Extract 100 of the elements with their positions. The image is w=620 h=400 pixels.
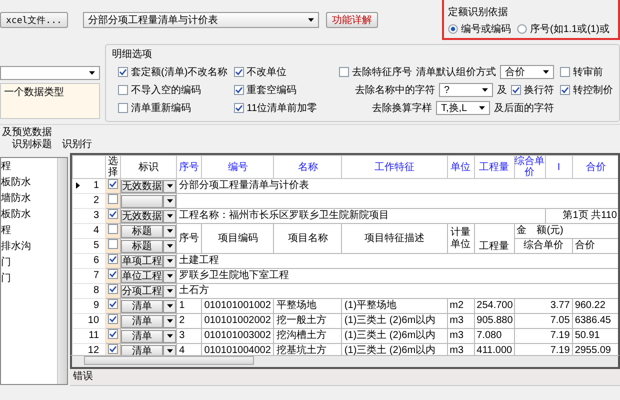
table-cell: 项目编码 bbox=[202, 224, 274, 254]
vertical-scrollbar[interactable] bbox=[57, 158, 67, 384]
caret-icon bbox=[166, 244, 173, 248]
tree-item[interactable]: 墙防水 bbox=[1, 194, 31, 204]
checkbox-label: 换行符 bbox=[524, 84, 554, 97]
tab[interactable]: 识别标题 bbox=[8, 137, 56, 151]
tree-item[interactable]: 程 bbox=[1, 226, 11, 236]
checkbox[interactable] bbox=[234, 67, 244, 77]
tree-item[interactable]: 程 bbox=[1, 162, 11, 172]
table-cell: 010101001002 bbox=[202, 298, 274, 314]
field-label: 去除名称中的字符 bbox=[355, 84, 435, 97]
caret-icon bbox=[479, 106, 485, 110]
sheet-dropdown[interactable]: 分部分项工程量清单与计价表 bbox=[82, 12, 319, 28]
group-title: 定额识别依据 bbox=[448, 6, 509, 19]
tree-item[interactable]: 板防水 bbox=[1, 178, 31, 188]
tree-item[interactable]: 门 bbox=[1, 274, 11, 284]
checkbox[interactable] bbox=[108, 299, 118, 309]
table-cell: 综合单价 bbox=[514, 238, 572, 254]
table-cell: 010101003002 bbox=[202, 328, 274, 344]
radio-button[interactable] bbox=[517, 24, 527, 34]
checkbox[interactable] bbox=[108, 329, 118, 339]
section-title: 及预览数据 bbox=[0, 124, 620, 137]
table-cell: 254.700 bbox=[474, 298, 514, 314]
checkbox[interactable] bbox=[108, 254, 118, 264]
column-header[interactable]: 标识 bbox=[120, 156, 177, 178]
checkbox[interactable] bbox=[560, 85, 570, 95]
checkbox[interactable] bbox=[339, 67, 349, 77]
option-dropdown[interactable]: 合价 bbox=[500, 65, 554, 79]
checkbox[interactable] bbox=[108, 284, 118, 294]
checkbox[interactable] bbox=[108, 224, 118, 234]
caret-icon bbox=[89, 71, 95, 75]
table-cell: 3 bbox=[176, 328, 202, 344]
option-dropdown[interactable]: T,换,L bbox=[436, 101, 490, 115]
table-cell: 合价 bbox=[572, 238, 618, 254]
field-label: 去除换算字样 bbox=[372, 102, 432, 115]
checkbox[interactable] bbox=[511, 85, 521, 95]
field-label: 及后面的字符 bbox=[494, 102, 554, 115]
table-cell: 罗联乡卫生院地下室工程 bbox=[176, 268, 618, 284]
table-cell: 7.05 bbox=[514, 314, 572, 328]
tab[interactable]: 识别行 bbox=[58, 137, 96, 151]
column-header[interactable]: I bbox=[545, 156, 572, 178]
caret-icon bbox=[166, 304, 173, 308]
checkbox-label: 去除特征序号 bbox=[352, 66, 412, 79]
column-header[interactable]: 合价 bbox=[572, 156, 618, 178]
caret-icon bbox=[166, 214, 173, 218]
tree-item[interactable]: 排水沟 bbox=[1, 242, 31, 252]
table-cell: 挖沟槽土方 bbox=[274, 328, 342, 344]
checkbox[interactable] bbox=[108, 194, 118, 204]
table-cell: 挖一般土方 bbox=[274, 314, 342, 328]
checkbox[interactable] bbox=[108, 239, 118, 249]
type-dropdown[interactable] bbox=[0, 66, 100, 80]
checkbox[interactable] bbox=[118, 103, 128, 113]
checkbox[interactable] bbox=[108, 179, 118, 189]
table-cell: 905.880 bbox=[474, 314, 514, 328]
checkbox-label: 不导入空的编码 bbox=[131, 84, 201, 97]
checkbox[interactable] bbox=[234, 103, 244, 113]
field-label: 清单默认组价方式 bbox=[416, 66, 496, 79]
column-header[interactable]: 序号 bbox=[176, 156, 202, 178]
column-header[interactable]: 综合单价 bbox=[514, 156, 546, 178]
table-cell: 6386.45 bbox=[572, 314, 618, 328]
table-cell: 项目特征描述 bbox=[342, 224, 448, 254]
table-cell: (1)三类土 (2)6m以内 bbox=[342, 314, 448, 328]
caret-icon bbox=[543, 70, 549, 74]
radio-button[interactable] bbox=[448, 24, 458, 34]
checkbox[interactable] bbox=[108, 269, 118, 279]
column-header[interactable]: 单位 bbox=[447, 156, 474, 178]
table-cell: m3 bbox=[447, 328, 474, 344]
table-cell: 010101002002 bbox=[202, 314, 274, 328]
excel-file-button[interactable]: xcel文件... bbox=[0, 12, 68, 28]
checkbox[interactable] bbox=[108, 314, 118, 324]
tree-item[interactable]: 门 bbox=[1, 258, 11, 268]
column-header[interactable]: 编号 bbox=[202, 156, 274, 178]
table-cell: 7.080 bbox=[474, 328, 514, 344]
column-header[interactable]: 名称 bbox=[274, 156, 342, 178]
column-header[interactable]: 工作特征 bbox=[342, 156, 448, 178]
radio-label: 编号或编码 bbox=[461, 22, 511, 36]
checkbox[interactable] bbox=[108, 344, 118, 354]
radio-option[interactable]: 编号或编码 bbox=[448, 22, 511, 36]
horizontal-scrollbar[interactable] bbox=[84, 356, 254, 365]
checkbox[interactable] bbox=[118, 67, 128, 77]
table-cell: 2 bbox=[176, 314, 202, 328]
caret-icon bbox=[166, 184, 173, 188]
caret-icon bbox=[166, 319, 173, 323]
checkbox[interactable] bbox=[560, 67, 570, 77]
checkbox[interactable] bbox=[108, 209, 118, 219]
checkbox[interactable] bbox=[118, 85, 128, 95]
column-header[interactable]: 工程量 bbox=[474, 156, 514, 178]
caret-icon bbox=[166, 274, 173, 278]
caret-icon bbox=[166, 199, 173, 203]
radio-option[interactable]: 序号(如1.1或(1)或 bbox=[517, 22, 610, 36]
caret-icon bbox=[482, 88, 488, 92]
checkbox[interactable] bbox=[234, 85, 244, 95]
tree-item[interactable]: 板防水 bbox=[1, 210, 31, 220]
row-number: 1 bbox=[72, 178, 106, 194]
caret-icon bbox=[308, 18, 314, 22]
table-cell: m3 bbox=[447, 314, 474, 328]
option-dropdown[interactable]: ? bbox=[439, 83, 493, 97]
help-button[interactable]: 功能详解 bbox=[326, 12, 378, 28]
table-cell: 工程量 bbox=[474, 224, 514, 254]
caret-icon bbox=[166, 349, 173, 353]
